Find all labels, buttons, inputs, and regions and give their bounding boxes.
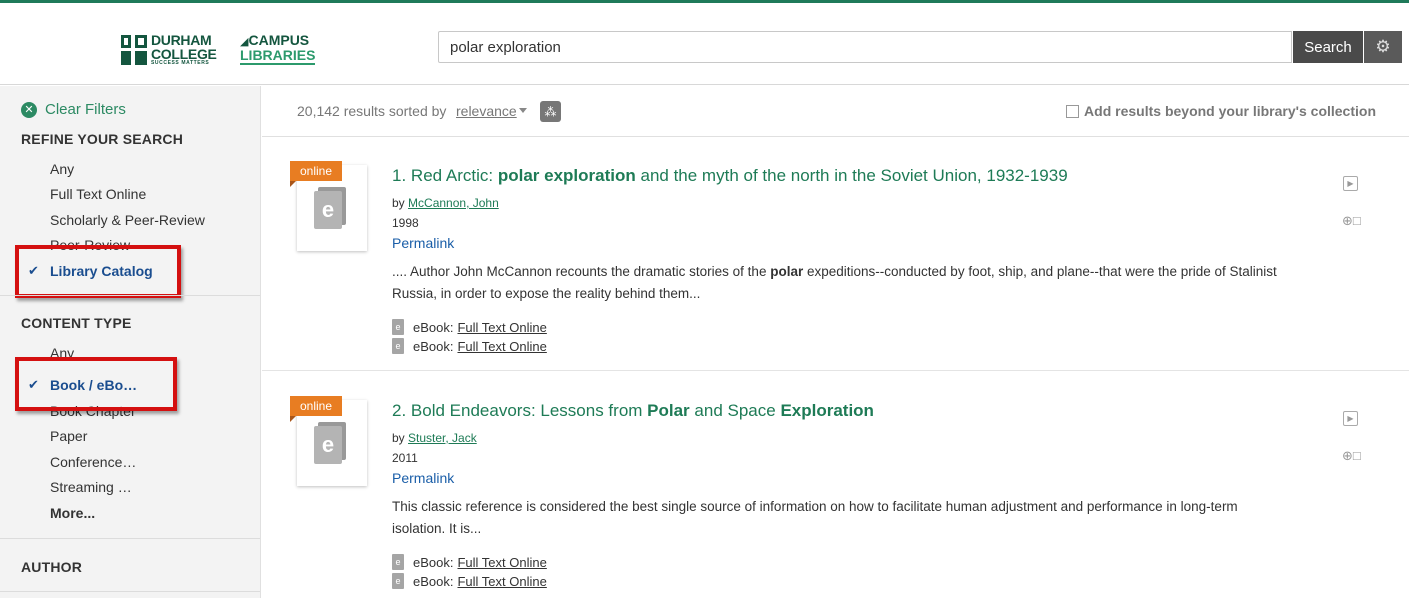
- author-link[interactable]: McCannon, John: [408, 196, 499, 210]
- access-link-row: e eBook: Full Text Online: [392, 554, 547, 570]
- title-part: Bold Endeavors: Lessons from: [410, 401, 648, 420]
- access-type: eBook:: [413, 573, 454, 589]
- online-badge: online: [290, 161, 342, 181]
- result-year: 1998: [392, 216, 419, 230]
- search-input[interactable]: [438, 31, 1292, 63]
- ebook-icon: e: [314, 426, 342, 464]
- divider: [0, 538, 260, 539]
- ebook-icon: e: [314, 191, 342, 229]
- author-link[interactable]: Stuster, Jack: [408, 431, 477, 445]
- logo-campus-line1: CAMPUS: [248, 32, 310, 48]
- access-link-row: e eBook: Full Text Online: [392, 319, 547, 335]
- results-main: 20,142 results sorted by relevance ⁂ Add…: [262, 86, 1409, 598]
- content-item-conference[interactable]: Conference…: [50, 454, 136, 470]
- beyond-label: Add results beyond your library's collec…: [1084, 103, 1376, 119]
- access-type: eBook:: [413, 338, 454, 354]
- sort-dropdown[interactable]: relevance: [456, 103, 517, 119]
- ebook-small-icon: e: [392, 554, 404, 570]
- result-snippet: .... Author John McCannon recounts the d…: [392, 261, 1292, 305]
- full-text-link[interactable]: Full Text Online: [457, 555, 546, 570]
- refine-item-full-text[interactable]: Full Text Online: [50, 186, 146, 202]
- snippet-highlight: polar: [770, 264, 804, 279]
- header: DURHAM COLLEGE SUCCESS MATTERS ◢CAMPUS L…: [0, 3, 1409, 85]
- content-item-streaming[interactable]: Streaming …: [50, 479, 132, 495]
- snippet-part: .... Author John McCannon recounts the d…: [392, 264, 771, 279]
- logo-campus-line2: LIBRARIES: [240, 47, 316, 65]
- refine-item-any[interactable]: Any: [50, 161, 74, 177]
- content-type-title: CONTENT TYPE: [21, 315, 132, 331]
- result-byline: by McCannon, John: [392, 196, 499, 210]
- refine-title: REFINE YOUR SEARCH: [21, 131, 184, 147]
- full-text-link[interactable]: Full Text Online: [457, 574, 546, 589]
- access-link-row: e eBook: Full Text Online: [392, 338, 547, 354]
- logo-durham-line1: DURHAM: [151, 32, 212, 48]
- ebook-small-icon: e: [392, 573, 404, 589]
- content-item-paper[interactable]: Paper: [50, 428, 87, 444]
- durham-shield-icon: [121, 34, 147, 65]
- by-label: by: [392, 431, 405, 445]
- annotation-highlight-box: [15, 357, 177, 411]
- beyond-checkbox[interactable]: [1066, 104, 1080, 118]
- access-type: eBook:: [413, 319, 454, 335]
- logo-durham-tagline: SUCCESS MATTERS: [151, 60, 210, 66]
- result-title[interactable]: 1. Red Arctic: polar exploration and the…: [392, 166, 1068, 186]
- results-toolbar: 20,142 results sorted by relevance ⁂ Add…: [262, 86, 1409, 137]
- campus-libraries-logo[interactable]: ◢CAMPUS LIBRARIES: [240, 32, 316, 65]
- badge-fold: [290, 181, 296, 187]
- full-text-link[interactable]: Full Text Online: [457, 320, 546, 335]
- divider: [262, 370, 1409, 371]
- chevron-down-icon[interactable]: [519, 108, 527, 113]
- badge-fold: [290, 416, 296, 422]
- logo-durham-line2: COLLEGE: [151, 46, 217, 62]
- permalink[interactable]: Permalink: [392, 470, 454, 486]
- title-part: Red Arctic:: [410, 166, 498, 185]
- beyond-collection-toggle[interactable]: Add results beyond your library's collec…: [1066, 103, 1376, 119]
- by-label: by: [392, 196, 405, 210]
- clear-filters-link[interactable]: ✕ Clear Filters: [21, 101, 126, 118]
- sidebar: ✕ Clear Filters REFINE YOUR SEARCH Any F…: [0, 86, 261, 598]
- title-part: and Space: [689, 401, 781, 420]
- title-highlight: Exploration: [780, 401, 874, 420]
- content-more-link[interactable]: More...: [50, 505, 95, 521]
- search-button[interactable]: Search: [1293, 31, 1363, 63]
- clear-filters-label: Clear Filters: [45, 101, 126, 118]
- preview-icon[interactable]: ▶: [1343, 176, 1358, 191]
- preview-icon[interactable]: ▶: [1343, 411, 1358, 426]
- result-snippet: This classic reference is considered the…: [392, 496, 1292, 540]
- ebook-small-icon: e: [392, 338, 404, 354]
- close-circle-icon: ✕: [21, 101, 37, 118]
- divider: [0, 591, 260, 592]
- add-to-folder-icon[interactable]: ⊕□: [1342, 213, 1362, 229]
- annotation-highlight-box: [15, 245, 181, 298]
- title-highlight: polar exploration: [497, 166, 636, 185]
- result-year: 2011: [392, 451, 418, 465]
- results-count: 20,142 results sorted by: [297, 103, 447, 119]
- title-part: and the myth of the north in the Soviet …: [635, 166, 1068, 185]
- add-to-folder-icon[interactable]: ⊕□: [1342, 448, 1362, 464]
- ebook-small-icon: e: [392, 319, 404, 335]
- online-badge: online: [290, 396, 342, 416]
- gear-icon[interactable]: ⚙: [1364, 31, 1402, 63]
- snippet-part: This classic reference is considered the…: [392, 499, 1238, 536]
- author-title[interactable]: AUTHOR: [21, 559, 82, 575]
- result-number: 2.: [392, 401, 407, 420]
- title-highlight: Polar: [647, 401, 690, 420]
- rss-icon[interactable]: ⁂: [540, 101, 561, 122]
- result-number: 1.: [392, 166, 407, 185]
- access-type: eBook:: [413, 554, 454, 570]
- durham-college-logo[interactable]: DURHAM COLLEGE SUCCESS MATTERS: [121, 33, 217, 66]
- access-link-row: e eBook: Full Text Online: [392, 573, 547, 589]
- full-text-link[interactable]: Full Text Online: [457, 339, 546, 354]
- divider: [0, 295, 260, 296]
- result-byline: by Stuster, Jack: [392, 431, 477, 445]
- refine-item-scholarly[interactable]: Scholarly & Peer-Review: [50, 212, 205, 228]
- result-title[interactable]: 2. Bold Endeavors: Lessons from Polar an…: [392, 401, 874, 421]
- permalink[interactable]: Permalink: [392, 235, 454, 251]
